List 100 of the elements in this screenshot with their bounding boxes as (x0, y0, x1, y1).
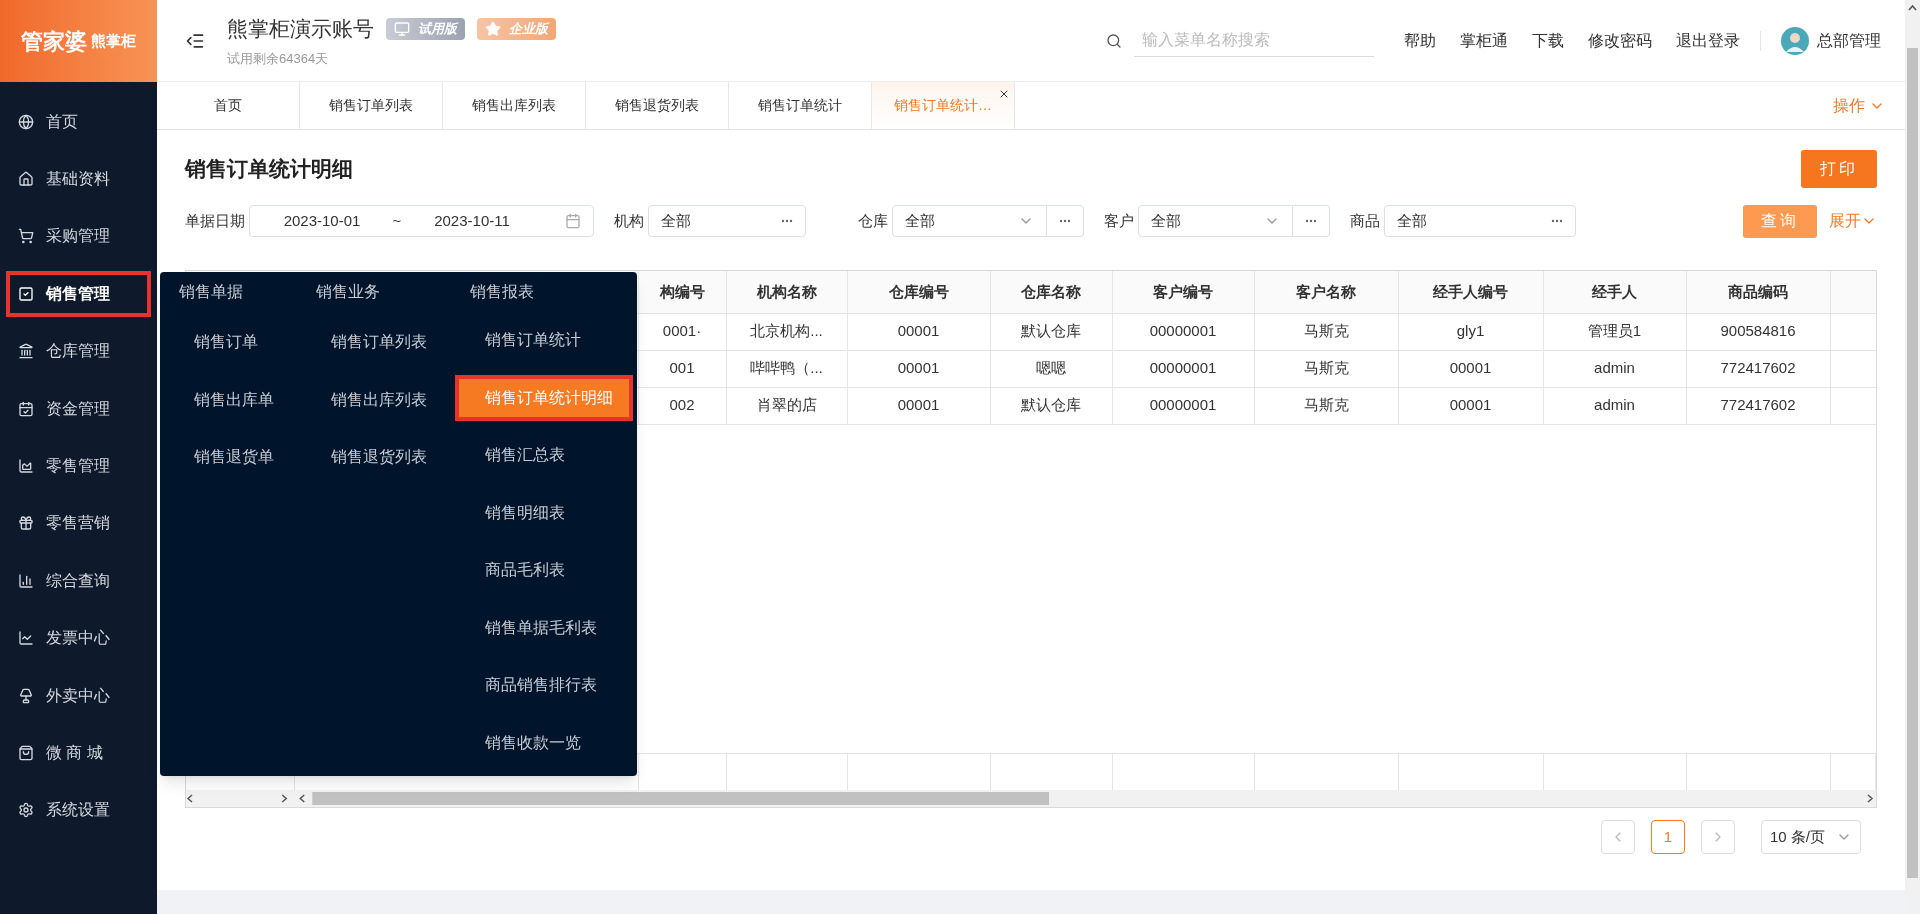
table-cell: 00001 (847, 313, 990, 350)
menu-item[interactable]: 销售订单列表 (305, 323, 447, 361)
column-header: 仓库名称 (990, 271, 1112, 313)
menu-item[interactable]: 销售出库单 (160, 380, 295, 419)
table-cell: 肖翠的店 (726, 387, 847, 424)
menu-item[interactable]: 销售汇总表 (459, 436, 629, 474)
column-header: 经手人 (1543, 271, 1686, 313)
filter-label: 单据日期 (185, 210, 245, 231)
menu-icon (18, 285, 34, 302)
menu-item[interactable]: 销售单据毛利表 (459, 608, 629, 647)
filter-label: 客户 (1104, 210, 1134, 231)
menu-heading: 销售单据 (178, 282, 244, 302)
picker-field[interactable]: 全部 (648, 205, 806, 237)
menu-item[interactable]: 销售明细表 (459, 493, 629, 532)
ellipsis-icon (1305, 219, 1317, 223)
table-cell: 默认仓库 (990, 387, 1112, 424)
header-link[interactable]: 下载 (1532, 28, 1564, 53)
table-cell: 772417602 (1686, 350, 1830, 387)
table-cell: 002 (638, 387, 726, 424)
column-header: 客户编号 (1112, 271, 1254, 313)
select-field[interactable]: 全部 (1138, 205, 1293, 237)
menu-item[interactable]: 销售收款一览 (459, 723, 629, 762)
menu-icon (18, 572, 34, 589)
monitor-icon (394, 20, 410, 37)
account-name: 熊掌柜演示账号 (227, 16, 374, 42)
menu-icon (18, 343, 34, 360)
next-page-button[interactable] (1701, 820, 1735, 854)
page-size-select[interactable]: 10 条/页 (1761, 820, 1861, 854)
table-cell: 00000001 (1112, 387, 1254, 424)
page-tab[interactable]: 销售退货列表 (586, 82, 729, 129)
sidebar-item[interactable]: 微 商 城 (0, 724, 157, 782)
menu-item[interactable]: 销售订单统计 (459, 321, 629, 359)
table-cell: 马斯克 (1254, 350, 1398, 387)
sidebar-item[interactable]: 综合查询 (0, 552, 157, 610)
select-field[interactable]: 全部 (892, 205, 1047, 237)
search-field[interactable]: 输入菜单名称搜索 (1134, 24, 1374, 57)
sidebar-item[interactable]: 首页 (0, 93, 157, 151)
menu-item[interactable]: 销售出库列表 (305, 380, 447, 419)
sidebar-item[interactable]: 采购管理 (0, 207, 157, 266)
table-cell: gly1 (1398, 313, 1543, 350)
close-icon[interactable] (998, 88, 1010, 100)
edition-badge: 试用版 (386, 17, 465, 40)
table-cell: admin (1543, 350, 1686, 387)
menu-icon (18, 630, 34, 647)
table-cell: 00001 (1398, 387, 1543, 424)
table-cell: 772417602 (1686, 387, 1830, 424)
sidebar-item[interactable]: 系统设置 (0, 781, 157, 840)
more-button[interactable] (1293, 205, 1330, 237)
table-cell: 嗯嗯 (990, 350, 1112, 387)
menu-item[interactable]: 销售退货单 (160, 438, 295, 476)
menu-item[interactable]: 商品销售排行表 (459, 666, 629, 704)
table-cell: 00000001 (1112, 313, 1254, 350)
column-header: 经手人编号 (1398, 271, 1543, 313)
table-cell: 管理员1 (1543, 313, 1686, 350)
menu-item[interactable]: 销售订单 (160, 323, 295, 361)
column-header: 商品编码 (1686, 271, 1830, 313)
sidebar-item[interactable]: 销售管理 (0, 265, 157, 323)
table-cell: 默认仓库 (990, 313, 1112, 350)
page-tab[interactable]: 首页 (157, 82, 300, 129)
header-link[interactable]: 修改密码 (1588, 28, 1652, 53)
page-tab[interactable]: 销售出库列表 (443, 82, 586, 129)
avatar[interactable] (1781, 26, 1809, 55)
header-link[interactable]: 掌柜通 (1460, 28, 1508, 53)
sidebar-item[interactable]: 零售管理 (0, 437, 157, 495)
menu-icon (18, 171, 34, 188)
menu-heading: 销售报表 (469, 282, 535, 302)
menu-icon (18, 745, 34, 761)
sidebar-item[interactable]: 基础资料 (0, 150, 157, 208)
table-cell: 哔哔鸭（... (726, 350, 847, 387)
table-cell: 001 (638, 350, 726, 387)
menu-icon (18, 515, 34, 532)
menu-icon (18, 228, 34, 245)
logo: 管家婆 熊掌柜 (0, 0, 157, 82)
table-cell: 00001 (847, 350, 990, 387)
horizontal-scrollbar[interactable] (186, 790, 1876, 807)
date-range-field[interactable]: 2023-10-01 ~ 2023-10-11 (249, 205, 594, 237)
more-button[interactable] (1047, 205, 1084, 237)
sidebar-item[interactable]: 外卖中心 (0, 666, 157, 725)
sidebar-item[interactable]: 零售营销 (0, 494, 157, 553)
table-cell: 00001 (847, 387, 990, 424)
sidebar-item[interactable]: 资金管理 (0, 379, 157, 438)
page-title: 销售订单统计明细 (185, 156, 353, 183)
filter-label: 仓库 (858, 210, 888, 231)
table-cell: 马斯克 (1254, 387, 1398, 424)
picker-field[interactable]: 全部 (1384, 205, 1576, 237)
table-cell: 北京机构... (726, 313, 847, 350)
table-cell: 900584816 (1686, 313, 1830, 350)
header-link[interactable]: 退出登录 (1676, 28, 1740, 53)
previous-page-button[interactable] (1601, 820, 1635, 854)
sidebar-item[interactable]: 仓库管理 (0, 322, 157, 380)
header-link[interactable]: 帮助 (1404, 28, 1436, 53)
page-tab[interactable]: 销售订单列表 (300, 82, 443, 129)
menu-icon (18, 400, 34, 417)
column-header: 客户名称 (1254, 271, 1398, 313)
table-cell: 0001· (638, 313, 726, 350)
menu-item[interactable]: 销售退货列表 (305, 438, 447, 476)
filter-label: 商品 (1350, 210, 1380, 231)
sidebar-item[interactable]: 发票中心 (0, 609, 157, 667)
menu-item[interactable]: 商品毛利表 (459, 551, 629, 589)
menu-heading: 销售业务 (315, 282, 381, 302)
